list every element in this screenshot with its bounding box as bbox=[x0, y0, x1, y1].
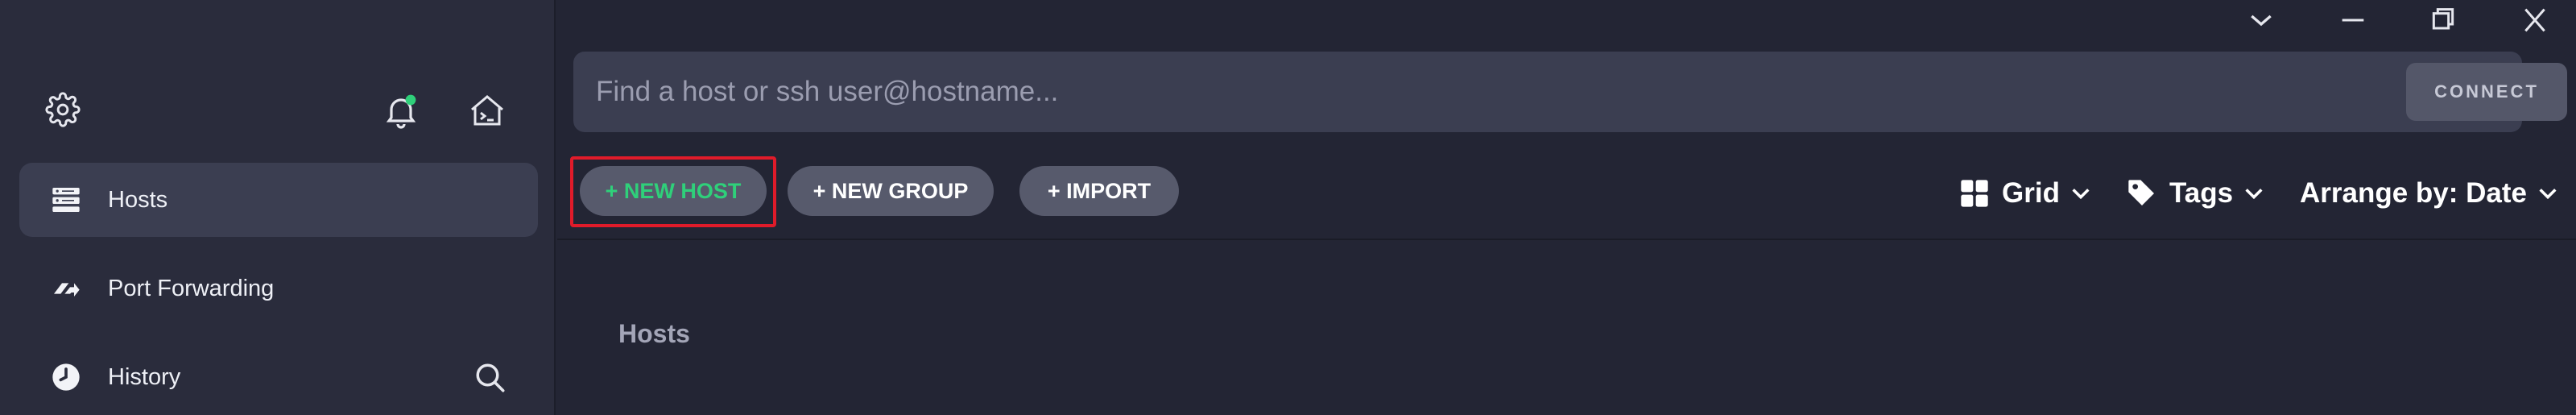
search-bar: CONNECT bbox=[573, 52, 2567, 132]
sidebar-item-port-forwarding[interactable]: Port Forwarding bbox=[19, 251, 538, 326]
hosts-icon bbox=[52, 188, 80, 212]
section-title: Hosts bbox=[618, 319, 690, 348]
import-button[interactable]: + IMPORT bbox=[1019, 166, 1179, 216]
new-group-button[interactable]: + NEW GROUP bbox=[788, 166, 994, 216]
chevron-down-icon[interactable] bbox=[2245, 6, 2277, 34]
sidebar: Hosts Port Forwarding History bbox=[0, 0, 556, 415]
connect-button[interactable]: CONNECT bbox=[2406, 63, 2567, 121]
arrange-by-label: Arrange by: Date bbox=[2300, 177, 2528, 209]
history-icon bbox=[52, 363, 80, 391]
gear-icon[interactable] bbox=[45, 92, 81, 127]
main-panel: CONNECT + NEW HOST + NEW GROUP + IMPORT … bbox=[557, 0, 2576, 415]
chevron-down-icon bbox=[2539, 189, 2557, 200]
toolbar-divider bbox=[557, 239, 2576, 240]
port-forwarding-icon bbox=[54, 283, 80, 297]
chevron-down-icon bbox=[2072, 189, 2090, 200]
sidebar-item-label: Port Forwarding bbox=[108, 275, 275, 301]
sidebar-item-label: History bbox=[108, 363, 181, 390]
minimize-icon[interactable] bbox=[2337, 6, 2369, 34]
tags-dropdown[interactable]: Tags bbox=[2126, 171, 2265, 216]
view-mode-label: Grid bbox=[2002, 177, 2060, 209]
sidebar-item-label: Hosts bbox=[108, 186, 168, 213]
hosts-toolbar: + NEW HOST + NEW GROUP + IMPORT Grid Tag… bbox=[557, 153, 2576, 234]
restore-icon[interactable] bbox=[2427, 6, 2459, 34]
chevron-down-icon bbox=[2245, 189, 2263, 200]
notification-dot bbox=[405, 94, 416, 106]
host-search-input[interactable] bbox=[573, 52, 2345, 132]
arrange-by-dropdown[interactable]: Arrange by: Date bbox=[2300, 171, 2559, 216]
terminal-home-icon[interactable] bbox=[467, 92, 507, 131]
close-icon[interactable] bbox=[2519, 6, 2551, 34]
sidebar-item-hosts[interactable]: Hosts bbox=[19, 163, 538, 237]
view-mode-dropdown[interactable]: Grid bbox=[1958, 171, 2092, 216]
grid-icon bbox=[1961, 180, 1988, 207]
bell-icon[interactable] bbox=[382, 92, 420, 131]
sidebar-item-history[interactable]: History bbox=[19, 340, 538, 414]
tags-label: Tags bbox=[2169, 177, 2234, 209]
tag-icon bbox=[2128, 180, 2154, 205]
app-window: Hosts Port Forwarding History Find a hos… bbox=[0, 0, 2576, 415]
new-host-button[interactable]: + NEW HOST bbox=[580, 166, 767, 216]
search-icon[interactable] bbox=[473, 361, 507, 395]
